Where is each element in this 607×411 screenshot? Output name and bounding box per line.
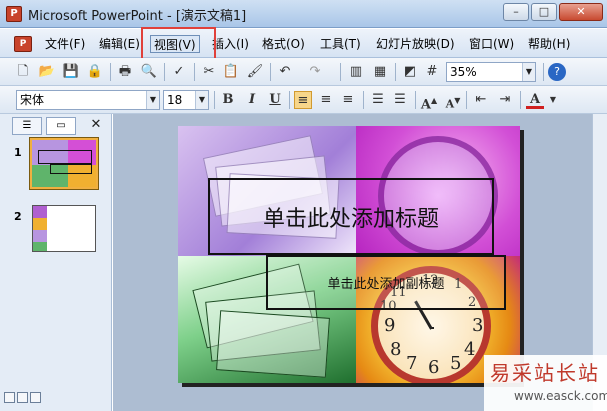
slide-thumbnail-2[interactable]: [32, 205, 96, 252]
clock-number: 7: [406, 353, 418, 374]
watermark-text: 易采站长站: [490, 361, 600, 385]
document-icon[interactable]: P: [14, 36, 32, 52]
increase-font-icon[interactable]: A▲: [420, 91, 438, 112]
align-left-icon[interactable]: ≡: [294, 91, 312, 109]
zoom-select[interactable]: 35% ▼: [446, 62, 536, 82]
cut-icon[interactable]: ✂: [200, 63, 218, 81]
color-grayscale-icon[interactable]: ◩: [401, 63, 419, 81]
outline-tab[interactable]: ☰: [12, 117, 42, 135]
clock-number: 4: [464, 339, 476, 360]
font-size-value: 18: [167, 93, 183, 107]
italic-button[interactable]: I: [243, 91, 261, 109]
minimize-button[interactable]: –: [503, 3, 529, 21]
slides-tab[interactable]: ▭: [46, 117, 76, 135]
maximize-button[interactable]: □: [531, 3, 557, 21]
menu-format[interactable]: 格式(O): [259, 35, 308, 53]
normal-view-icon[interactable]: [4, 392, 15, 403]
formatting-toolbar: 宋体 ▼ 18 ▼ B I U ≡ ≡ ≡ ☰ ☰ A▲ A▼ ⇤ ⇥ A ▼: [0, 86, 607, 114]
open-icon[interactable]: 📂: [38, 63, 56, 81]
clock-number: 5: [450, 353, 462, 374]
menu-slideshow[interactable]: 幻灯片放映(D): [373, 35, 458, 53]
title-placeholder[interactable]: 单击此处添加标题: [208, 178, 494, 255]
menu-tools[interactable]: 工具(T): [317, 35, 364, 53]
print-preview-icon[interactable]: 🔍: [140, 63, 158, 81]
menu-file[interactable]: 文件(F): [42, 35, 88, 53]
chevron-down-icon[interactable]: ▼: [544, 91, 562, 109]
subtitle-placeholder-text: 单击此处添加副标题: [327, 277, 445, 292]
slideshow-icon[interactable]: [30, 392, 41, 403]
close-icon[interactable]: ✕: [88, 117, 104, 133]
slide-number: 1: [14, 146, 22, 159]
slide-canvas[interactable]: 9 3 6 11 12 1 10 2 8 4 7 5 单击此处添加标题 单击此处…: [178, 126, 520, 383]
font-size-select[interactable]: 18 ▼: [163, 90, 209, 110]
powerpoint-icon[interactable]: P: [6, 6, 22, 22]
insert-chart-icon[interactable]: ▥: [347, 63, 365, 81]
decrease-indent-icon[interactable]: ⇤: [472, 91, 490, 109]
decrease-font-icon[interactable]: A▼: [444, 91, 462, 111]
menu-edit[interactable]: 编辑(E): [96, 35, 143, 53]
view-buttons: [4, 392, 43, 406]
help-icon[interactable]: ?: [548, 63, 566, 81]
format-painter-icon[interactable]: 🖌: [246, 63, 264, 81]
align-right-icon[interactable]: ≡: [339, 91, 357, 109]
insert-table-icon[interactable]: ▦: [371, 63, 389, 81]
font-color-icon[interactable]: A: [526, 91, 544, 109]
menu-bar: P 文件(F) 编辑(E) 视图(V) 插入(I) 格式(O) 工具(T) 幻灯…: [0, 29, 607, 58]
save-icon[interactable]: 💾: [62, 63, 80, 81]
font-name-value: 宋体: [20, 93, 45, 107]
title-placeholder-text: 单击此处添加标题: [262, 206, 439, 232]
zoom-value: 35%: [450, 65, 477, 79]
slide-number: 2: [14, 210, 22, 223]
chevron-down-icon[interactable]: ▼: [195, 91, 208, 109]
chevron-down-icon[interactable]: ▼: [146, 91, 159, 109]
watermark: 易采站长站 www.easck.com: [484, 355, 607, 411]
underline-button[interactable]: U: [266, 91, 284, 109]
menu-window[interactable]: 窗口(W): [466, 35, 517, 53]
font-name-select[interactable]: 宋体 ▼: [16, 90, 160, 110]
redo-icon[interactable]: ↷: [306, 63, 324, 81]
slides-panel: ☰ ▭ ✕ 1 2: [0, 114, 112, 411]
window-titlebar: P Microsoft PowerPoint - [演示文稿1] – □ ✕: [0, 0, 607, 28]
watermark-url: www.easck.com: [514, 389, 607, 403]
increase-indent-icon[interactable]: ⇥: [496, 91, 514, 109]
align-center-icon[interactable]: ≡: [317, 91, 335, 109]
bulleted-list-icon[interactable]: ☰: [391, 91, 409, 109]
paste-icon[interactable]: 📋: [222, 63, 240, 81]
menu-help[interactable]: 帮助(H): [525, 35, 573, 53]
window-title: Microsoft PowerPoint - [演示文稿1]: [28, 9, 247, 24]
close-button[interactable]: ✕: [559, 3, 603, 21]
print-icon[interactable]: 🖶: [116, 63, 134, 81]
standard-toolbar: 🗋 📂 💾 🔒 🖶 🔍 ✓ ✂ 📋 🖌 ↶ ↷ ▥ ▦ ◩ # 35% ▼ ?: [0, 58, 607, 86]
clock-number: 3: [472, 315, 484, 336]
slide-sorter-icon[interactable]: [17, 392, 28, 403]
numbered-list-icon[interactable]: ☰: [369, 91, 387, 109]
bold-button[interactable]: B: [219, 91, 237, 109]
chevron-down-icon[interactable]: ▼: [522, 63, 535, 81]
permission-icon[interactable]: 🔒: [86, 63, 104, 81]
show-grid-icon[interactable]: #: [423, 63, 441, 81]
subtitle-placeholder[interactable]: 单击此处添加副标题: [266, 255, 506, 310]
clock-number: 8: [390, 339, 402, 360]
spelling-icon[interactable]: ✓: [170, 63, 188, 81]
undo-icon[interactable]: ↶: [276, 63, 294, 81]
slide-thumbnail-1[interactable]: [30, 138, 98, 189]
clock-number: 9: [384, 315, 396, 336]
clock-number: 6: [428, 357, 440, 378]
new-icon[interactable]: 🗋: [14, 63, 32, 81]
